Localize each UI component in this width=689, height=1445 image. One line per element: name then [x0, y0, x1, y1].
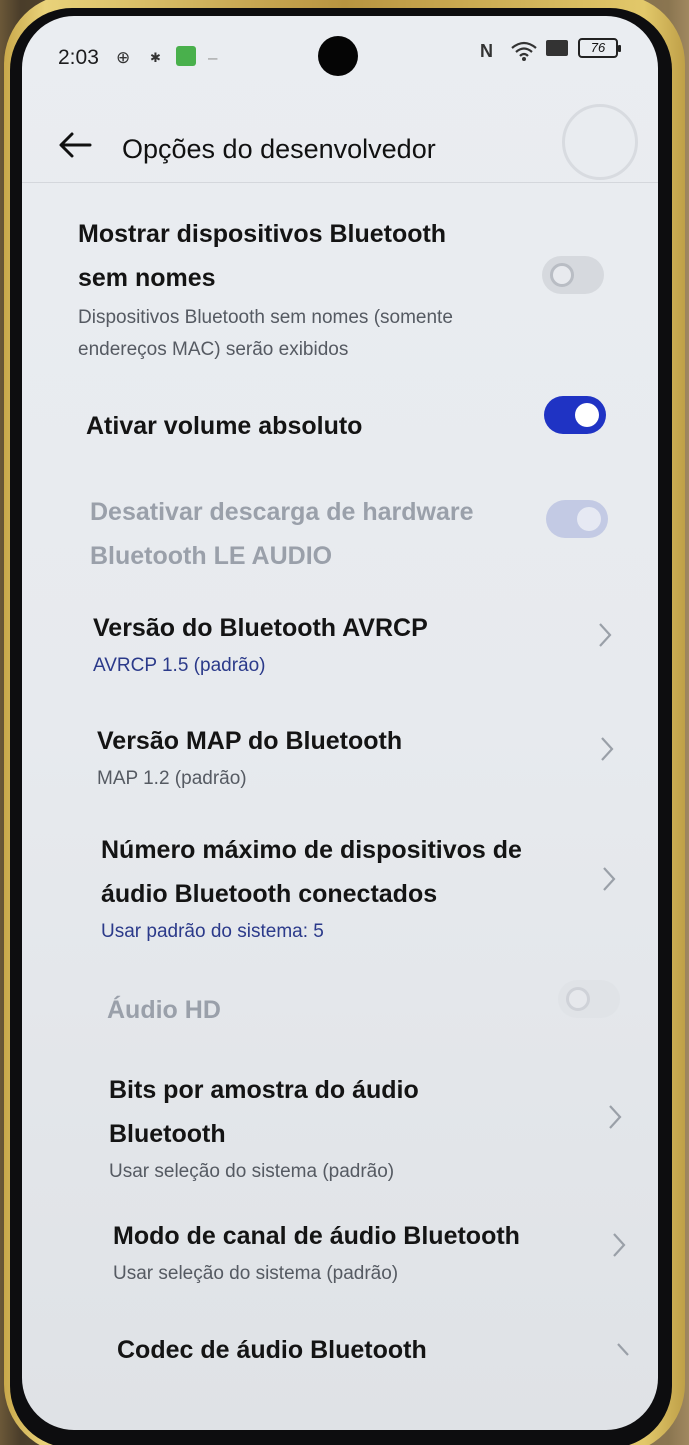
setting-title-line1: Mostrar dispositivos Bluetooth	[78, 220, 447, 248]
setting-title: Bits por amostra do áudio Bluetooth	[109, 1068, 658, 1156]
photo-scene: 2:03 ⊕ ✱ – N 76 Opções do desenvolvedor …	[0, 0, 689, 1445]
status-time: 2:03	[58, 46, 99, 69]
setting-title-line1: Número máximo de dispositivos de	[101, 836, 522, 864]
setting-title-line2: Bluetooth	[109, 1120, 226, 1148]
nfc-icon: N	[480, 41, 493, 61]
chevron-right-icon	[601, 737, 614, 761]
chevron-right-icon	[599, 623, 612, 647]
chevron-right-icon	[613, 1233, 626, 1257]
setting-title: Versão MAP do Bluetooth	[97, 727, 403, 755]
vpn-icon: ⊕	[116, 48, 131, 67]
setting-title-line2: Bluetooth LE AUDIO	[90, 542, 333, 570]
setting-subtitle: Dispositivos Bluetooth sem nomes (soment…	[78, 302, 638, 366]
back-arrow-icon[interactable]	[58, 130, 92, 160]
bug-icon: ✱	[150, 50, 161, 65]
phone-screen: 2:03 ⊕ ✱ – N 76 Opções do desenvolvedor …	[22, 16, 658, 1430]
setting-title: Codec de áudio Bluetooth	[117, 1336, 427, 1364]
setting-subtitle: MAP 1.2 (padrão)	[97, 768, 247, 789]
more-notifications-icon: –	[208, 48, 218, 67]
setting-max-connected-audio-devices[interactable]: Número máximo de dispositivos de áudio B…	[101, 828, 658, 948]
setting-bits-per-sample[interactable]: Bits por amostra do áudio Bluetooth Usar…	[109, 1068, 658, 1188]
setting-title: Modo de canal de áudio Bluetooth	[113, 1222, 520, 1250]
setting-subtitle: Usar seleção do sistema (padrão)	[113, 1263, 399, 1284]
status-bar: 2:03 ⊕ ✱ – N 76	[22, 16, 658, 96]
setting-channel-mode[interactable]: Modo de canal de áudio Bluetooth Usar se…	[113, 1214, 658, 1290]
header-divider	[22, 182, 658, 183]
setting-subtitle-line1: Dispositivos Bluetooth sem nomes (soment…	[78, 307, 453, 328]
toggle-disable-le-audio-offload	[546, 500, 608, 538]
battery-level: 76	[590, 40, 606, 55]
setting-title: Versão do Bluetooth AVRCP	[93, 614, 428, 642]
setting-title-line2: áudio Bluetooth conectados	[101, 880, 438, 908]
battery-indicator: 76	[578, 38, 621, 58]
setting-subtitle: Usar seleção do sistema (padrão)	[109, 1161, 395, 1182]
toggle-show-unnamed-bluetooth[interactable]	[542, 256, 604, 294]
sim-icon	[546, 40, 568, 56]
wifi-icon	[511, 41, 537, 61]
app-notification-icon	[176, 46, 196, 66]
setting-map-version[interactable]: Versão MAP do Bluetooth MAP 1.2 (padrão)	[97, 719, 657, 795]
page-title: Opções do desenvolvedor	[122, 134, 436, 164]
setting-subtitle: AVRCP 1.5 (padrão)	[93, 655, 266, 676]
chevron-right-icon	[617, 1343, 629, 1356]
setting-avrcp-version[interactable]: Versão do Bluetooth AVRCP AVRCP 1.5 (pad…	[93, 606, 653, 682]
chevron-right-icon	[609, 1105, 622, 1129]
search-circle-button[interactable]	[562, 104, 638, 180]
setting-subtitle-line2: endereços MAC) serão exibidos	[78, 339, 349, 360]
setting-title: Número máximo de dispositivos de áudio B…	[101, 828, 658, 916]
setting-audio-codec[interactable]: Codec de áudio Bluetooth	[117, 1328, 658, 1372]
toggle-hd-audio	[558, 980, 620, 1018]
front-camera	[318, 36, 358, 76]
chevron-right-icon	[603, 867, 616, 891]
setting-subtitle: Usar padrão do sistema: 5	[101, 921, 324, 942]
setting-title-line1: Bits por amostra do áudio	[109, 1076, 419, 1104]
toggle-absolute-volume[interactable]	[544, 396, 606, 434]
